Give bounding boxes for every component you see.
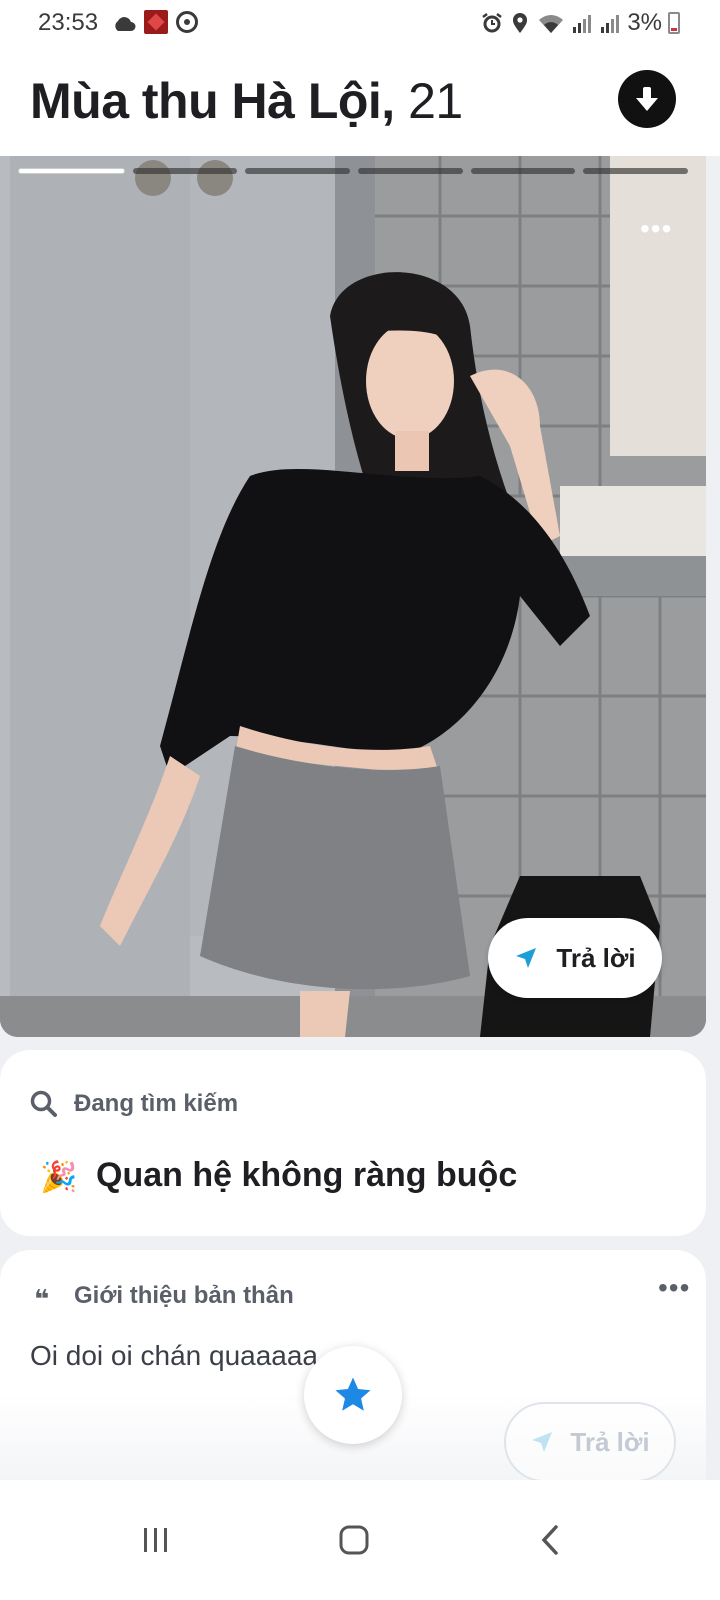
signal-icon [573,15,592,33]
photo-progress-segment [245,168,351,174]
quote-icon: ❝ [34,1284,50,1314]
photo-progress-segment [132,168,238,174]
recent-apps-button[interactable] [126,1510,186,1570]
looking-for-value: Quan hệ không ràng buộc [96,1156,518,1194]
search-icon [30,1090,57,1117]
looking-for-label: Đang tìm kiếm [74,1090,239,1117]
send-icon [532,1432,553,1452]
wifi-icon [539,15,564,33]
status-bar: 23:53 3% [0,0,720,44]
recent-apps-icon [144,1528,167,1552]
photo-reply-button[interactable]: Trả lời [488,918,662,998]
send-icon [516,948,537,968]
bio-label: Giới thiệu bản thân [74,1282,294,1309]
profile-name: Mùa thu Hà Lội, [30,73,395,129]
photo-more-icon[interactable]: ••• [640,215,672,243]
location-icon [513,13,528,33]
signal-icon [601,15,620,33]
photo-progress-segment [358,168,463,174]
profile-title: Mùa thu Hà Lội, 21 [30,72,463,130]
looking-for-card: Đang tìm kiếm 🎉 Quan hệ không ràng buộc [0,1050,706,1236]
cloud-icon [115,17,136,31]
arrow-down-icon [636,87,658,111]
collapse-profile-button[interactable] [618,70,676,128]
back-icon [541,1525,558,1555]
home-icon [339,1525,369,1555]
status-time: 23:53 [38,9,99,36]
profile-photo[interactable]: ••• Trả lời [0,156,706,1037]
app-notification-icon [144,10,168,34]
home-button[interactable] [324,1510,384,1570]
photo-reply-label: Trả lời [556,942,636,973]
sync-icon [176,11,198,33]
photo-progress-segment [18,168,125,174]
alarm-icon [482,13,503,33]
bio-text: Oi doi oi chán quaaaaa [30,1340,318,1371]
battery-percent: 3% [627,9,662,36]
photo-progress-segment [470,168,576,174]
battery-icon [668,12,680,34]
profile-age: 21 [408,73,463,129]
star-icon [335,1377,371,1411]
bio-more-icon[interactable]: ••• [658,1272,690,1304]
bio-reply-label: Trả lời [570,1426,650,1457]
party-popper-icon: 🎉 [40,1161,78,1194]
profile-header: Mùa thu Hà Lội, 21 [0,44,720,156]
super-like-button[interactable] [304,1346,402,1444]
photo-progress-segment [583,168,689,174]
bio-reply-button[interactable]: Trả lời [504,1402,676,1482]
photo-image [0,156,706,1037]
photo-progress-bar [18,168,689,174]
system-nav-bar [0,1480,720,1600]
back-button[interactable] [520,1510,580,1570]
